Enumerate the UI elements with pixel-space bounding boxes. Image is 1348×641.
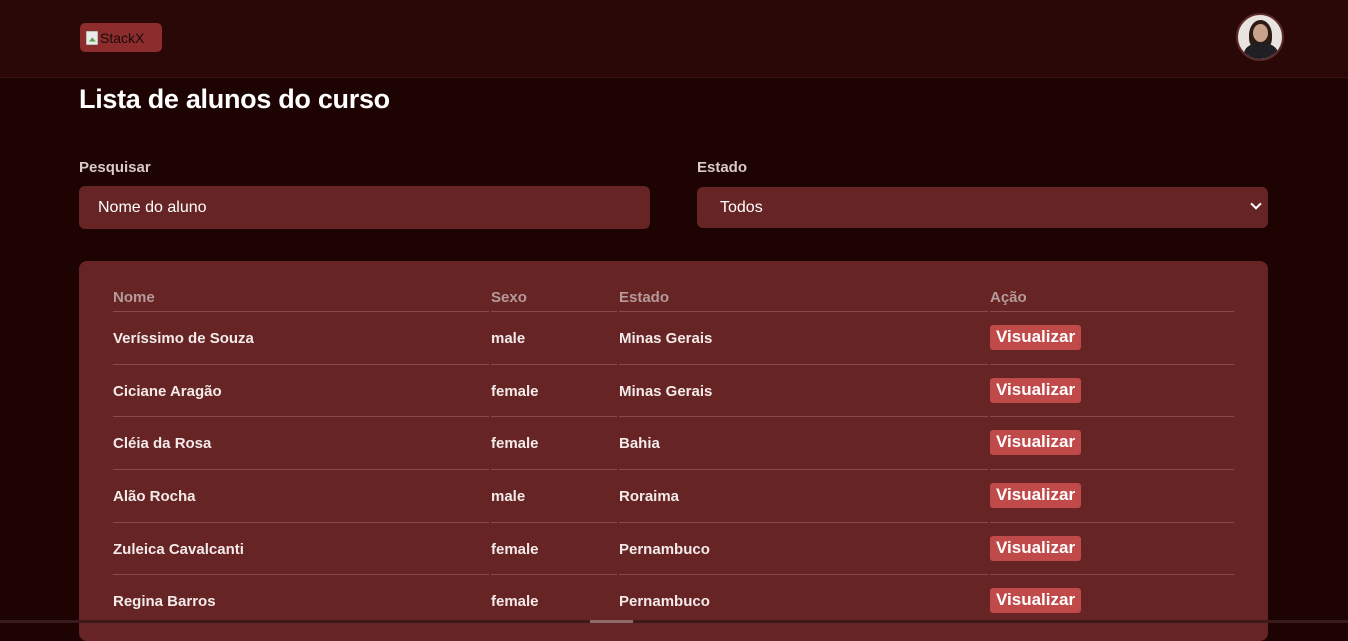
column-header-sexo: Sexo <box>491 289 527 306</box>
column-header-acao: Ação <box>990 289 1027 306</box>
student-state: Minas Gerais <box>619 311 988 364</box>
view-button[interactable]: Visualizar <box>990 535 1082 561</box>
student-state: Bahia <box>619 416 988 469</box>
table-row: Zuleica Cavalcanti female Pernambuco Vis… <box>113 522 1234 575</box>
search-label: Pesquisar <box>79 159 151 176</box>
student-state: Minas Gerais <box>619 364 988 417</box>
page-title: Lista de alunos do curso <box>79 84 390 114</box>
view-button[interactable]: Visualizar <box>990 429 1082 455</box>
student-sex: female <box>491 522 617 575</box>
student-sex: female <box>491 416 617 469</box>
logo-alt-text: StackX <box>100 29 145 46</box>
student-name: Cléia da Rosa <box>113 416 489 469</box>
top-navbar: StackX <box>0 0 1348 78</box>
table-row: Veríssimo de Souza male Minas Gerais Vis… <box>113 311 1234 364</box>
view-button[interactable]: Visualizar <box>990 377 1082 403</box>
column-header-nome: Nome <box>113 289 155 306</box>
table-row: Ciciane Aragão female Minas Gerais Visua… <box>113 364 1234 417</box>
column-header-estado: Estado <box>619 289 670 306</box>
chevron-down-icon <box>1250 198 1262 210</box>
broken-image-icon <box>86 30 98 45</box>
table-row: Cléia da Rosa female Bahia Visualizar <box>113 416 1234 469</box>
student-name: Ciciane Aragão <box>113 364 489 417</box>
table-row: Alão Rocha male Roraima Visualizar <box>113 469 1234 522</box>
state-select-value: Todos <box>720 198 763 216</box>
student-sex: male <box>491 311 617 364</box>
state-select[interactable]: Todos <box>697 187 1268 228</box>
view-button[interactable]: Visualizar <box>990 587 1082 613</box>
search-input[interactable] <box>79 186 650 229</box>
stackx-logo[interactable]: StackX <box>80 23 162 52</box>
student-sex: female <box>491 364 617 417</box>
student-name: Alão Rocha <box>113 469 489 522</box>
student-state: Roraima <box>619 469 988 522</box>
view-button[interactable]: Visualizar <box>990 482 1082 508</box>
user-avatar-icon[interactable] <box>1236 13 1284 61</box>
state-filter-label: Estado <box>697 159 748 176</box>
student-sex: male <box>491 469 617 522</box>
student-state: Pernambuco <box>619 522 988 575</box>
view-button[interactable]: Visualizar <box>990 324 1082 350</box>
student-name: Zuleica Cavalcanti <box>113 522 489 575</box>
student-name: Veríssimo de Souza <box>113 311 489 364</box>
